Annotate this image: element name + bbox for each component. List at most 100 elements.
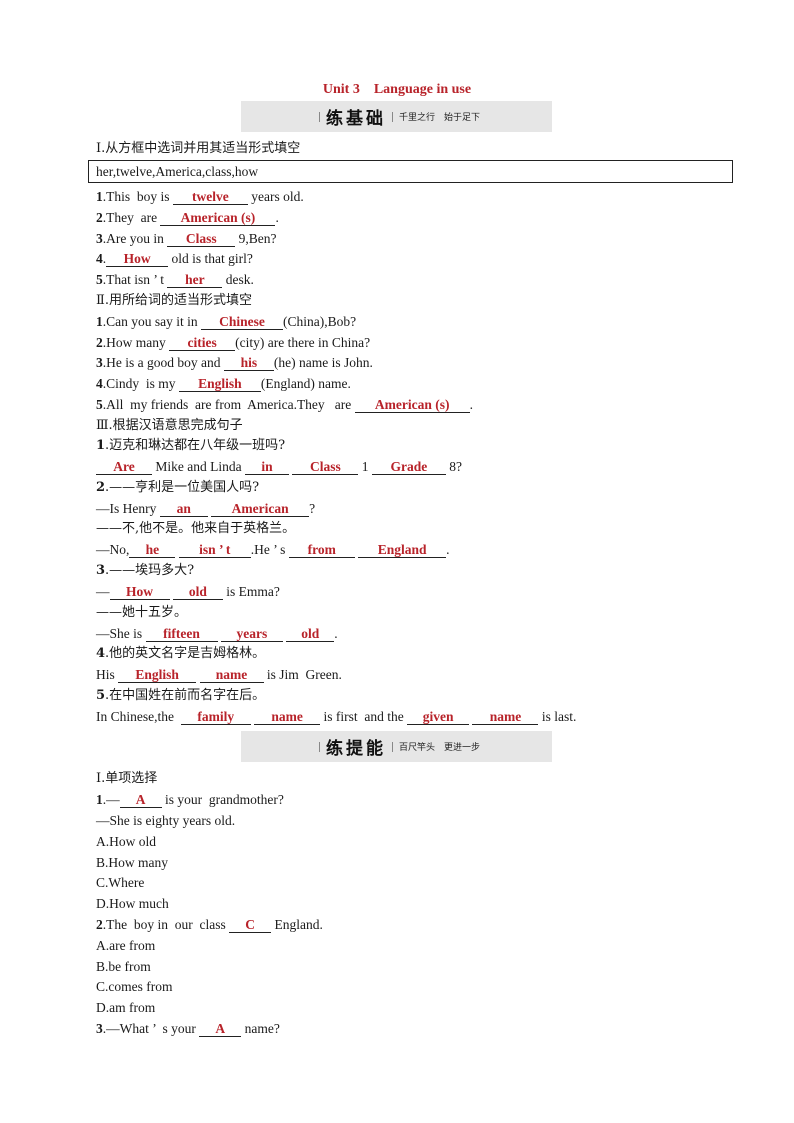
answer-blank: C	[229, 917, 272, 933]
answer-blank: Grade	[371, 459, 446, 475]
answer-blank: How	[106, 251, 169, 267]
answer-blank: old	[286, 626, 335, 642]
prompt-text: .——埃玛多大?	[105, 563, 195, 578]
sentence-text: —	[96, 584, 110, 599]
question-item: 4. How old is that girl?	[96, 250, 253, 268]
answer-blank: given	[407, 709, 470, 725]
section-heading: Ⅲ.根据汉语意思完成句子	[96, 418, 243, 433]
question-number: 2	[96, 917, 103, 932]
answer-blank: name	[254, 709, 321, 725]
chinese-prompt: 2.——亨利是一位美国人吗?	[96, 479, 259, 497]
section-heading: Ⅰ.单项选择	[96, 771, 158, 786]
section-banner-advanced: 练提能 百尺竿头 更进一步	[241, 731, 552, 762]
sentence-text: His	[96, 667, 119, 682]
answer-blank: England	[358, 542, 447, 558]
worksheet-page: Unit 3 Language in use 练基础 千里之行 始于足下 Ⅰ.从…	[0, 0, 794, 1123]
question-item: 3.—What ’ s your A name?	[96, 1020, 280, 1038]
option-c: C.comes from	[96, 979, 173, 994]
question-text: .—	[102, 792, 120, 807]
question-item: 3.He is a good boy and his (he) name is J…	[96, 354, 373, 372]
answer-blank: A	[119, 792, 162, 808]
banner-title: 练提能	[325, 739, 386, 759]
question-item: 1.— A is your grandmother?	[96, 791, 284, 809]
question-text: .	[275, 210, 279, 225]
answer-line: His English name is Jim Green.	[96, 666, 342, 684]
sentence-text: —No,	[96, 542, 130, 557]
chinese-prompt: 3.——埃玛多大?	[96, 562, 194, 580]
question-item: 3.Are you in Class 9,Ben?	[96, 230, 277, 248]
prompt-text: .在中国姓在前而名字在后。	[105, 688, 266, 703]
chinese-prompt: 4.他的英文名字是吉姆格林。	[96, 645, 265, 663]
answer-blank: old	[172, 584, 223, 600]
section-heading: Ⅱ.用所给词的适当形式填空	[96, 293, 252, 308]
option-b: B.be from	[96, 959, 151, 974]
option-d: D.am from	[96, 1000, 156, 1015]
sentence-text: .	[334, 626, 338, 641]
question-text: .How many	[102, 335, 170, 350]
answer-line: —No, he isn ’ t .He ’ s from England.	[96, 541, 450, 559]
chinese-prompt: ——不,他不是。他来自于英格兰。	[96, 521, 296, 536]
question-item: 5.All my friends are from America.They a…	[96, 396, 473, 414]
chinese-prompt: ——她十五岁。	[96, 605, 188, 620]
answer-blank: Class	[167, 231, 236, 247]
sentence-text: Mike and Linda	[152, 459, 245, 474]
question-text: (China),Bob?	[283, 314, 357, 329]
answer-line: —Is Henry an American?	[96, 500, 315, 518]
answer-blank: cities	[169, 335, 236, 351]
question-text: England.	[271, 917, 323, 932]
question-item: 2.They are American (s).	[96, 209, 279, 227]
sentence-text: ?	[309, 501, 316, 516]
question-number: 4	[96, 646, 106, 661]
answer-blank: name	[472, 709, 539, 725]
question-number: 2	[96, 335, 103, 350]
question-number: 3	[96, 1021, 103, 1036]
question-item: 1.This boy is twelve years old.	[96, 188, 304, 206]
question-text: years old.	[247, 189, 304, 204]
option-a: A.are from	[96, 938, 156, 953]
question-text: (city) are there in China?	[235, 335, 371, 350]
question-item: 4.Cindy is my English (England) name.	[96, 375, 351, 393]
option-d: D.How much	[96, 896, 169, 911]
answer-line: — How old is Emma?	[96, 583, 280, 601]
answer-blank: he	[129, 542, 176, 558]
answer-blank: Class	[292, 459, 359, 475]
question-text: .	[469, 397, 474, 412]
word-box: her,twelve,America,class,how	[88, 160, 733, 183]
section-banner-basic: 练基础 千里之行 始于足下	[241, 101, 552, 132]
question-text: is your grandmother?	[161, 792, 284, 807]
question-item: 2.How many cities (city) are there in Chi…	[96, 334, 370, 352]
question-number: 5	[96, 272, 103, 287]
question-item: 1.Can you say it in Chinese (China),Bob?	[96, 313, 356, 331]
question-text: (he) name is John.	[273, 355, 373, 370]
question-number: 1	[96, 792, 103, 807]
answer-blank: in	[244, 459, 289, 475]
chinese-prompt: 5.在中国姓在前而名字在后。	[96, 687, 265, 705]
divider	[391, 111, 393, 122]
question-item: 2.The boy in our class C England.	[96, 916, 323, 934]
answer-blank: her	[167, 272, 223, 288]
question-number: 3	[96, 231, 103, 246]
option-b: B.How many	[96, 855, 168, 870]
question-number: 5	[96, 688, 106, 703]
question-text: 9,Ben?	[235, 231, 277, 246]
question-number: 1	[96, 438, 106, 453]
page-title: Unit 3 Language in use	[322, 82, 472, 97]
answer-blank: name	[199, 667, 264, 683]
answer-blank: isn ’ t	[178, 542, 251, 558]
answer-blank: family	[180, 709, 251, 725]
sentence-text: is Jim Green.	[263, 667, 342, 682]
answer-blank: years	[220, 626, 283, 642]
question-number: 4	[96, 376, 103, 391]
sentence-text: In Chinese,the	[96, 709, 181, 724]
question-number: 2	[96, 210, 103, 225]
sentence-text: 1	[358, 459, 372, 474]
answer-blank: twelve	[172, 189, 248, 205]
sentence-text: .He ’ s	[250, 542, 289, 557]
answer-line: Are Mike and Linda in Class 1 Grade 8?	[96, 458, 462, 476]
question-text: .He is a good boy and	[102, 355, 224, 370]
banner-title: 练基础	[325, 109, 386, 129]
divider	[391, 741, 393, 752]
divider	[318, 741, 320, 752]
question-text: old is that girl?	[168, 251, 253, 266]
answer-blank: How	[109, 584, 170, 600]
